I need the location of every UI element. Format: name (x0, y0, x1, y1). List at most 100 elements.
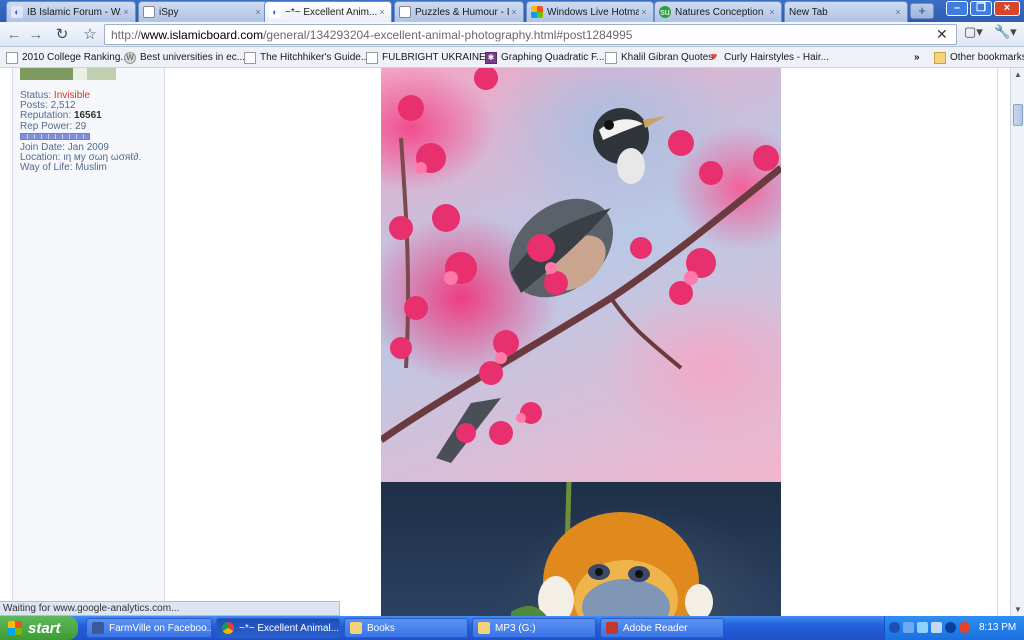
clear-address-icon[interactable]: ✕ (936, 26, 948, 43)
page-menu-button[interactable]: ▢▾ (964, 24, 983, 40)
restore-button[interactable]: ❐ (970, 1, 992, 16)
url-path: /general/134293204-excellent-animal-phot… (263, 28, 633, 42)
tab-puzzles-humour[interactable]: Puzzles & Humour - I... × (394, 1, 524, 22)
tab-windows-live-hotmail[interactable]: Windows Live Hotmail × (526, 1, 654, 22)
bookmarks-overflow-button[interactable]: » (914, 50, 920, 65)
task-books[interactable]: Books (344, 618, 468, 638)
wrench-menu-button[interactable]: 🔧▾ (994, 24, 1017, 40)
status-bubble: Waiting for www.google-analytics.com... (0, 601, 340, 616)
page-content: Status: Invisible Posts: 2,512 Reputatio… (0, 68, 1010, 616)
scroll-up-icon[interactable]: ▲ (1013, 70, 1023, 79)
tab-close-icon[interactable]: × (639, 7, 649, 17)
stumbleupon-icon: su (659, 6, 671, 18)
tab-title: Natures Conception ... (675, 6, 767, 18)
chrome-icon (222, 622, 234, 634)
vertical-scrollbar[interactable]: ▲ ▼ (1010, 68, 1024, 616)
bookmark-best-universities[interactable]: W Best universities in ec... (124, 50, 245, 65)
wordpress-icon: W (124, 51, 136, 64)
scrollbar-thumb[interactable] (1013, 104, 1023, 126)
tab-title: IB Islamic Forum - W... (27, 6, 121, 18)
task-adobe-reader[interactable]: Adobe Reader (600, 618, 724, 638)
avatar[interactable] (20, 68, 116, 80)
task-farmville[interactable]: FarmVille on Faceboo... (86, 618, 212, 638)
monkey-photo (381, 482, 781, 616)
tab-title: Windows Live Hotmail (547, 6, 639, 18)
tab-close-icon[interactable]: × (253, 7, 263, 17)
page-icon (399, 6, 411, 18)
tab-strip: ◐ IB Islamic Forum - W... × iSpy × ◐ ~*~… (0, 0, 1024, 22)
other-bookmarks-button[interactable]: Other bookmarks (934, 50, 1024, 65)
post-right-border (780, 68, 998, 616)
tab-close-icon[interactable]: × (893, 7, 903, 17)
bluetooth-icon[interactable] (945, 622, 956, 633)
bookmark-college-ranking[interactable]: 2010 College Ranking... (6, 50, 129, 65)
bookmark-star-button[interactable]: ☆ (80, 25, 100, 44)
bookmark-fulbright-ukraine[interactable]: FULBRIGHT UKRAINE ... (366, 50, 497, 65)
bird-photo (381, 68, 781, 482)
new-tab-button[interactable]: + (910, 3, 934, 19)
tab-ispy[interactable]: iSpy × (138, 1, 268, 22)
clock[interactable]: 8:13 PM (979, 622, 1016, 633)
page-icon (605, 51, 617, 64)
forward-button[interactable]: → (26, 25, 46, 44)
back-button[interactable]: ← (4, 25, 24, 44)
bookmark-hitchhikers-guide[interactable]: The Hitchhiker's Guide... (244, 50, 369, 65)
address-bar[interactable]: http://www.islamicboard.com/general/1342… (104, 24, 957, 45)
page-icon (6, 51, 18, 64)
page-icon (143, 6, 155, 18)
tab-ib-islamic-forum[interactable]: ◐ IB Islamic Forum - W... × (6, 1, 136, 22)
star-tray-icon[interactable] (917, 622, 928, 633)
start-button[interactable]: start (0, 616, 78, 640)
bookmark-graphing-quadratic[interactable]: ✱ Graphing Quadratic F... (485, 50, 604, 65)
loading-icon: ◐ (269, 6, 281, 18)
post-author-panel: Status: Invisible Posts: 2,512 Reputatio… (12, 68, 165, 616)
reload-button[interactable]: ↻ (52, 25, 72, 44)
system-tray: 8:13 PM (884, 616, 1024, 640)
tab-title: iSpy (159, 6, 179, 18)
security-icon[interactable] (959, 622, 970, 633)
user-rep-power: Rep Power: 29 (20, 120, 87, 132)
url-scheme: http:// (111, 28, 142, 42)
adobe-reader-icon (606, 622, 618, 634)
url-host: www.islamicboard.com (141, 28, 264, 42)
user-way-of-life: Way of Life: Muslim (20, 162, 107, 174)
taskbar: start FarmVille on Faceboo... ~*~ Excell… (0, 616, 1024, 640)
close-window-button[interactable]: × (994, 1, 1020, 16)
bird-illustration (381, 68, 781, 463)
tab-close-icon[interactable]: × (767, 7, 777, 17)
task-mp3-drive[interactable]: MP3 (G:) (472, 618, 596, 638)
tab-close-icon[interactable]: × (121, 7, 131, 17)
tools-tray-icon[interactable] (931, 622, 942, 633)
windows-flag-icon (8, 621, 22, 635)
bookmarks-bar: 2010 College Ranking... W Best universiti… (0, 47, 1024, 68)
folder-icon (934, 51, 946, 64)
task-excellent-animal[interactable]: ~*~ Excellent Animal... (216, 618, 340, 638)
monkey-illustration (511, 482, 713, 616)
folder-icon (478, 622, 490, 634)
scroll-down-icon[interactable]: ▼ (1013, 605, 1023, 614)
reputation-bar (20, 132, 90, 140)
windows-icon (531, 6, 543, 18)
math-icon: ✱ (485, 51, 497, 64)
network-icon[interactable] (903, 622, 914, 633)
tab-natures-conception[interactable]: su Natures Conception ... × (654, 1, 782, 22)
tab-title: Puzzles & Humour - I... (415, 6, 509, 18)
minimize-button[interactable]: – (946, 1, 968, 16)
tab-title: ~*~ Excellent Anim... (285, 6, 377, 18)
loading-icon: ◐ (11, 6, 23, 18)
tab-close-icon[interactable]: × (377, 7, 387, 17)
user-info: Status: Invisible Posts: 2,512 Reputatio… (20, 90, 162, 174)
page-icon (366, 51, 378, 64)
tab-close-icon[interactable]: × (509, 7, 519, 17)
heart-icon: ♥ (710, 50, 718, 63)
bookmark-khalil-gibran[interactable]: Khalil Gibran Quotes (605, 50, 713, 65)
tab-title: New Tab (789, 6, 828, 18)
tab-new-tab[interactable]: New Tab × (784, 1, 908, 22)
folder-icon (350, 622, 362, 634)
tray-arrow-icon[interactable] (889, 622, 900, 633)
bookmark-curly-hairstyles[interactable]: ♥ Curly Hairstyles - Hair... (708, 50, 829, 65)
tab-excellent-animal[interactable]: ◐ ~*~ Excellent Anim... × (264, 1, 392, 22)
browser-toolbar: ← → ↻ ☆ http://www.islamicboard.com/gene… (0, 22, 1024, 47)
chrome-icon (92, 622, 104, 634)
page-icon (244, 51, 256, 64)
